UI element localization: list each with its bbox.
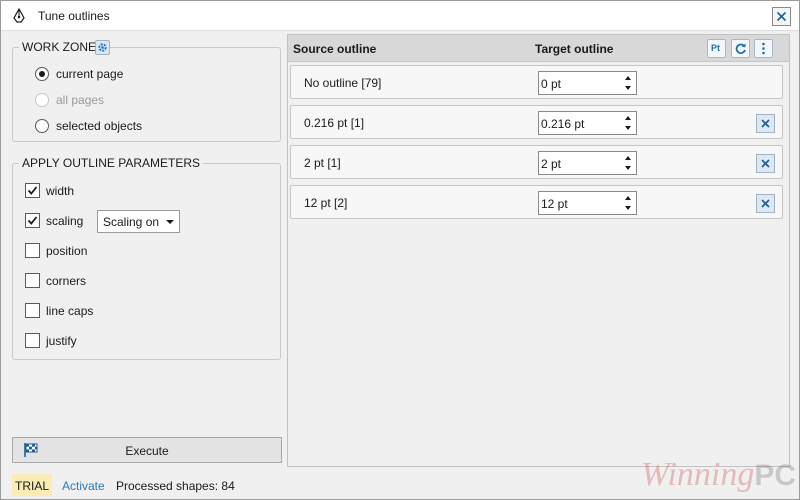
source-outline-cell: 2 pt [1] <box>304 156 341 170</box>
scaling-select[interactable]: Scaling on <box>97 210 180 233</box>
table-row: 12 pt [2] 12 pt <box>290 185 783 219</box>
pen-nib-icon <box>13 8 25 23</box>
work-zone-group: WORK ZONE current page all pages selecte… <box>12 40 281 142</box>
pt-units-icon: Pt <box>711 43 720 53</box>
target-outline-value[interactable]: 12 pt <box>541 197 568 211</box>
checkbox-label-scaling: scaling <box>46 214 84 228</box>
table-row: No outline [79] 0 pt <box>290 65 783 99</box>
refresh-button[interactable] <box>731 39 750 58</box>
table-row: 2 pt [1] 2 pt <box>290 145 783 179</box>
spin-down-icon[interactable] <box>625 166 631 170</box>
radio-all-pages <box>35 93 49 107</box>
chevron-down-icon <box>166 220 174 224</box>
header-target-outline: Target outline <box>535 42 614 56</box>
spin-up-icon[interactable] <box>625 76 631 80</box>
checkbox-label-width: width <box>46 184 75 198</box>
execute-label: Execute <box>125 444 169 458</box>
execute-button[interactable]: Execute <box>12 437 282 463</box>
target-outline-value[interactable]: 2 pt <box>541 157 561 171</box>
checkmark-icon <box>27 186 38 195</box>
window-title: Tune outlines <box>38 9 110 23</box>
work-zone-title: WORK ZONE <box>19 40 99 55</box>
close-icon <box>776 11 787 22</box>
source-outline-cell: No outline [79] <box>304 76 382 90</box>
processed-shapes-text: Processed shapes: 84 <box>116 479 235 493</box>
title-bar: Tune outlines <box>1 1 799 31</box>
remove-row-button[interactable] <box>756 194 775 213</box>
refresh-icon <box>735 43 746 54</box>
checkbox-line-caps[interactable] <box>25 303 40 318</box>
watermark: WinningPC <box>641 456 796 494</box>
checkbox-label-corners: corners <box>46 274 87 288</box>
radio-label-current-page: current page <box>56 67 124 81</box>
watermark-main: Winning <box>641 456 755 493</box>
checkbox-scaling[interactable] <box>25 213 40 228</box>
apply-params-group: APPLY OUTLINE PARAMETERS width scaling p… <box>12 156 281 360</box>
source-outline-cell: 12 pt [2] <box>304 196 348 210</box>
more-vertical-icon <box>762 42 765 55</box>
close-button[interactable] <box>772 7 791 26</box>
checkbox-label-line-caps: line caps <box>46 304 94 318</box>
tune-outlines-window: Tune outlines WORK ZONE current page all… <box>0 0 800 500</box>
more-options-button[interactable] <box>754 39 773 58</box>
spin-down-icon[interactable] <box>625 126 631 130</box>
watermark-suffix: PC <box>754 459 797 492</box>
spin-up-icon[interactable] <box>625 196 631 200</box>
radio-label-selected-objects: selected objects <box>56 119 143 133</box>
target-outline-spinner[interactable]: 2 pt <box>538 151 637 175</box>
units-button[interactable]: Pt <box>707 39 726 58</box>
spin-up-icon[interactable] <box>625 156 631 160</box>
table-row: 0.216 pt [1] 0.216 pt <box>290 105 783 139</box>
trial-label: TRIAL <box>14 479 49 493</box>
remove-row-button[interactable] <box>756 154 775 173</box>
apply-params-title: APPLY OUTLINE PARAMETERS <box>19 156 204 171</box>
checkbox-width[interactable] <box>25 183 40 198</box>
trial-badge: TRIAL <box>12 474 52 496</box>
radio-selected-objects[interactable] <box>35 119 49 133</box>
spin-down-icon[interactable] <box>625 86 631 90</box>
checkbox-label-justify: justify <box>46 334 77 348</box>
gear-icon <box>98 43 107 52</box>
remove-x-icon <box>761 119 770 128</box>
target-outline-spinner[interactable]: 0 pt <box>538 71 637 95</box>
scaling-select-value: Scaling on <box>103 215 160 229</box>
checkbox-justify[interactable] <box>25 333 40 348</box>
table-header: Source outline Target outline Pt <box>288 35 789 62</box>
remove-x-icon <box>761 159 770 168</box>
header-source-outline: Source outline <box>293 42 377 56</box>
activate-link[interactable]: Activate <box>62 479 105 493</box>
radio-label-all-pages: all pages <box>56 93 105 107</box>
target-outline-spinner[interactable]: 12 pt <box>538 191 637 215</box>
checkbox-label-position: position <box>46 244 88 258</box>
target-outline-value[interactable]: 0.216 pt <box>541 117 584 131</box>
spin-up-icon[interactable] <box>625 116 631 120</box>
checkmark-icon <box>27 216 38 225</box>
remove-row-button[interactable] <box>756 114 775 133</box>
outlines-table-panel: Source outline Target outline Pt No outl… <box>287 34 790 467</box>
work-zone-settings-button[interactable] <box>95 40 110 55</box>
target-outline-spinner[interactable]: 0.216 pt <box>538 111 637 135</box>
checkbox-position[interactable] <box>25 243 40 258</box>
checkbox-corners[interactable] <box>25 273 40 288</box>
source-outline-cell: 0.216 pt [1] <box>304 116 365 130</box>
spin-down-icon[interactable] <box>625 206 631 210</box>
target-outline-value[interactable]: 0 pt <box>541 77 561 91</box>
radio-current-page[interactable] <box>35 67 49 81</box>
remove-x-icon <box>761 199 770 208</box>
